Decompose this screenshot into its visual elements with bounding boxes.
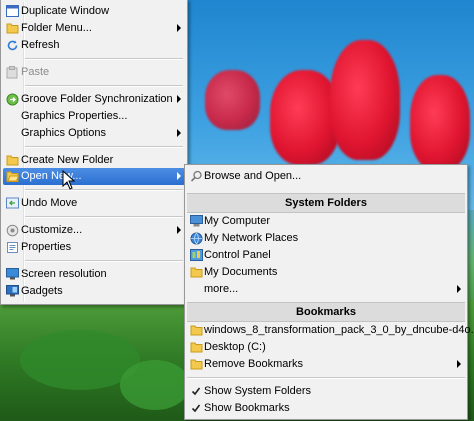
menu-item-paste[interactable]: Paste	[3, 64, 185, 81]
screen-icon	[5, 267, 19, 281]
menu-item-label: Graphics Options	[21, 127, 106, 139]
menu-item-label: windows_8_transformation_pack_3_0_by_dnc…	[204, 324, 474, 336]
section-header-bookmarks: Bookmarks	[187, 302, 465, 322]
menu-item-properties[interactable]: Properties	[3, 239, 185, 256]
menu-separator	[25, 146, 183, 148]
menu-separator	[25, 189, 183, 191]
menu-item-browse-and-open[interactable]: Browse and Open...	[187, 168, 465, 185]
menu-separator	[25, 216, 183, 218]
menu-item-open-new[interactable]: Open New...	[3, 168, 185, 185]
menu-item-label: more...	[204, 283, 239, 295]
menu-item-label: Screen resolution	[21, 268, 107, 280]
folder-icon	[189, 340, 203, 354]
window-icon	[5, 4, 19, 18]
menu-item-label: Desktop (C:)	[204, 341, 266, 353]
wallpaper-leaf	[120, 360, 190, 410]
control-panel-icon	[189, 248, 203, 262]
menu-item-my-computer[interactable]: My Computer	[187, 213, 465, 230]
menu-item-label: Groove Folder Synchronization	[21, 93, 173, 105]
submenu-arrow-icon	[177, 172, 181, 180]
menu-item-label: Undo Move	[21, 197, 78, 209]
menu-item-label: Remove Bookmarks	[204, 358, 304, 370]
new-folder-icon	[5, 153, 19, 167]
menu-item-label: Properties	[21, 241, 72, 253]
search-icon	[189, 169, 203, 183]
menu-item-label: Gadgets	[21, 285, 63, 297]
menu-item-bookmark[interactable]: Desktop (C:)	[187, 339, 465, 356]
menu-item-more[interactable]: more...	[187, 281, 465, 298]
menu-item-duplicate-window[interactable]: Duplicate Window	[3, 3, 185, 20]
menu-item-groove-sync[interactable]: Groove Folder Synchronization	[3, 91, 185, 108]
checkmark-icon	[189, 384, 203, 398]
computer-icon	[189, 214, 203, 228]
checkmark-icon	[189, 401, 203, 415]
menu-separator	[25, 58, 183, 60]
menu-item-create-new-folder[interactable]: Create New Folder	[3, 152, 185, 169]
network-icon	[189, 231, 203, 245]
menu-item-label: Create New Folder	[21, 154, 114, 166]
menu-separator	[187, 377, 465, 379]
wallpaper-tulip	[205, 70, 260, 130]
menu-item-gadgets[interactable]: Gadgets	[3, 283, 185, 300]
undo-icon	[5, 196, 19, 210]
menu-item-remove-bookmarks[interactable]: Remove Bookmarks	[187, 356, 465, 373]
menu-item-my-network-places[interactable]: My Network Places	[187, 230, 465, 247]
menu-item-control-panel[interactable]: Control Panel	[187, 247, 465, 264]
section-header-system-folders: System Folders	[187, 193, 465, 213]
open-folder-icon	[5, 169, 19, 183]
menu-item-label: My Documents	[204, 266, 278, 278]
menu-item-label: Graphics Properties...	[21, 110, 128, 122]
menu-item-label: Customize...	[21, 224, 83, 236]
menu-item-label: Control Panel	[204, 249, 271, 261]
documents-folder-icon	[189, 265, 203, 279]
open-new-submenu: Browse and Open... System Folders My Com…	[184, 164, 474, 420]
menu-item-undo-move[interactable]: Undo Move	[3, 195, 185, 212]
submenu-arrow-icon	[177, 129, 181, 137]
menu-item-label: My Network Places	[204, 232, 299, 244]
wallpaper-tulip	[410, 75, 470, 170]
menu-item-label: Refresh	[21, 39, 60, 51]
folder-icon	[189, 357, 203, 371]
menu-item-graphics-properties[interactable]: Graphics Properties...	[3, 108, 185, 125]
menu-item-refresh[interactable]: Refresh	[3, 37, 185, 54]
menu-item-customize[interactable]: Customize...	[3, 222, 185, 239]
paste-icon	[5, 65, 19, 79]
menu-item-my-documents[interactable]: My Documents	[187, 264, 465, 281]
menu-item-label: My Computer	[204, 215, 271, 227]
menu-item-label: Browse and Open...	[204, 170, 302, 182]
menu-item-label: Show System Folders	[204, 385, 311, 397]
submenu-arrow-icon	[457, 285, 461, 293]
menu-item-label: Show Bookmarks	[204, 402, 290, 414]
folder-icon	[5, 21, 19, 35]
menu-item-bookmark[interactable]: windows_8_transformation_pack_3_0_by_dnc…	[187, 322, 474, 339]
wallpaper-tulip	[330, 40, 400, 160]
menu-item-label: Paste	[21, 66, 50, 78]
submenu-arrow-icon	[177, 226, 181, 234]
menu-item-folder-menu[interactable]: Folder Menu...	[3, 20, 185, 37]
folder-icon	[189, 323, 203, 337]
submenu-arrow-icon	[177, 95, 181, 103]
mouse-cursor-icon	[62, 170, 76, 190]
refresh-icon	[5, 38, 19, 52]
menu-item-screen-resolution[interactable]: Screen resolution	[3, 266, 185, 283]
menu-separator	[25, 85, 183, 87]
gadgets-icon	[5, 284, 19, 298]
menu-separator	[25, 260, 183, 262]
menu-item-graphics-options[interactable]: Graphics Options	[3, 125, 185, 142]
menu-item-show-system-folders[interactable]: Show System Folders	[187, 383, 465, 400]
submenu-arrow-icon	[177, 24, 181, 32]
submenu-arrow-icon	[457, 360, 461, 368]
menu-item-label: Folder Menu...	[21, 22, 92, 34]
menu-item-show-bookmarks[interactable]: Show Bookmarks	[187, 400, 465, 417]
properties-icon	[5, 240, 19, 254]
groove-sync-icon	[5, 92, 19, 106]
desktop-context-menu: Duplicate Window Folder Menu... Refresh …	[0, 0, 188, 305]
customize-icon	[5, 223, 19, 237]
menu-item-label: Duplicate Window	[21, 5, 110, 17]
